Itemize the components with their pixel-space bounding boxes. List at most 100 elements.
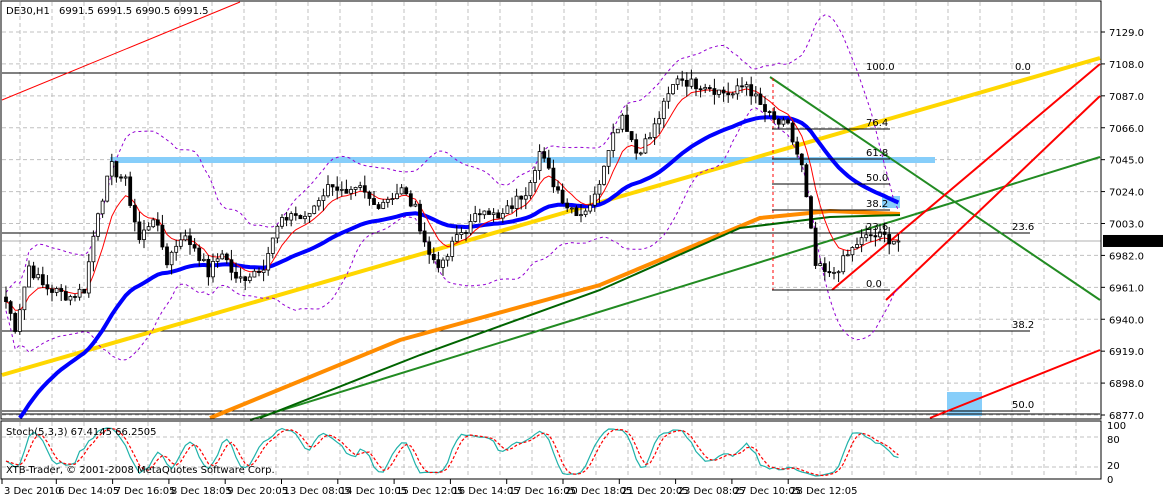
candle-body [740, 85, 744, 88]
price-chart[interactable]: 100.0 76.4 61.8 50.0 38.2 23.6 0.0 0.0 23.6 38.2 5… [0, 0, 1171, 500]
y-tick-label: 6919.0 [1109, 347, 1144, 358]
candle-body [638, 152, 643, 155]
candle-body [390, 198, 395, 200]
fib-level-label: 50.0 [866, 173, 888, 184]
candle-body [303, 215, 307, 220]
candle-body [473, 213, 478, 222]
candle-body [31, 265, 36, 279]
candle-body [482, 210, 487, 216]
stoch-level-label: 80 [1107, 435, 1120, 446]
candle-body [36, 274, 41, 279]
candle-body [588, 204, 593, 212]
candle-body [804, 164, 809, 198]
ma-orange [209, 208, 901, 420]
candle-body [105, 175, 110, 202]
candle-body [519, 195, 524, 200]
candle-body [749, 84, 754, 97]
y-tick-label: 6940.0 [1109, 315, 1144, 326]
candle-body [109, 161, 114, 177]
candle-body [574, 207, 579, 217]
candle-body [551, 167, 556, 188]
candles [4, 69, 901, 335]
candle-body [537, 151, 542, 171]
candle-body [611, 132, 616, 151]
candle-body [192, 244, 197, 249]
candle-body [528, 182, 533, 197]
candle-body [293, 213, 298, 216]
candle-body [468, 221, 473, 234]
candle-body [464, 232, 468, 234]
candle-body [137, 221, 142, 241]
candle-body [63, 291, 68, 301]
fib-extension-label: 50.0 [1012, 400, 1034, 411]
candle-body [514, 195, 519, 209]
candle-body [119, 176, 123, 179]
candle-body [602, 165, 606, 185]
candle-body [763, 104, 767, 112]
candle-body [330, 184, 335, 188]
fib-extension-label: 0.0 [1015, 62, 1031, 73]
candle-body [100, 200, 105, 215]
candle-body [362, 185, 367, 193]
candle-body [427, 241, 432, 255]
candle-body [726, 92, 731, 96]
candle-body [441, 259, 445, 268]
candle-body [4, 296, 8, 303]
candle-body [459, 232, 464, 235]
candle-body [491, 212, 496, 215]
candle-body [404, 187, 409, 195]
candle-body [781, 119, 786, 125]
candle-body [73, 296, 77, 298]
y-tick-label: 7108.0 [1109, 60, 1144, 71]
y-tick-label: 6982.0 [1109, 251, 1144, 262]
candle-body [422, 230, 427, 243]
candle-body [257, 270, 261, 273]
candle-body [583, 210, 588, 216]
candle-body [91, 235, 96, 263]
candle-body [560, 189, 565, 204]
candle-body [661, 100, 666, 119]
candle-body [174, 245, 179, 253]
candle-body [211, 260, 215, 278]
candle-body [703, 87, 708, 90]
candle-body [671, 84, 675, 95]
candle-body [873, 235, 878, 238]
candle-body [454, 234, 459, 242]
candle-body [367, 191, 372, 199]
candle-body [280, 217, 284, 227]
y-tick-label: 7045.0 [1109, 156, 1144, 167]
candle-body [178, 239, 183, 247]
candle-body [625, 114, 629, 132]
candle-body [247, 276, 252, 282]
candle-body [312, 205, 317, 214]
candle-body [40, 274, 45, 286]
x-tick-label: 8 Dec 18:05 [171, 486, 232, 497]
copyright: XTB-Trader, © 2001-2008 MetaQuotes Softw… [6, 465, 275, 476]
candle-body [27, 265, 31, 288]
candle-body [855, 244, 859, 248]
candle-body [864, 234, 869, 239]
candle-body [344, 188, 349, 194]
candle-body [17, 309, 22, 332]
fib-extension-label: 38.2 [1012, 320, 1034, 331]
fib-level-label: 76.4 [866, 118, 888, 129]
candle-body [809, 196, 813, 229]
candle-body [234, 271, 238, 279]
candle-body [776, 119, 781, 125]
candle-body [717, 89, 721, 95]
candle-body [399, 187, 404, 195]
candle-body [832, 271, 836, 274]
candle-body [155, 219, 160, 226]
candle-body [698, 88, 703, 91]
candle-body [859, 237, 864, 245]
candle-body [772, 111, 777, 120]
candle-body [142, 229, 146, 241]
candle-body [197, 247, 202, 261]
candle-body [845, 254, 850, 257]
candle-body [643, 138, 648, 154]
candle-body [252, 270, 257, 278]
candle-body [224, 253, 229, 261]
fib-level-label: 61.8 [866, 148, 888, 159]
candle-body [730, 93, 735, 96]
candle-body [376, 204, 381, 209]
